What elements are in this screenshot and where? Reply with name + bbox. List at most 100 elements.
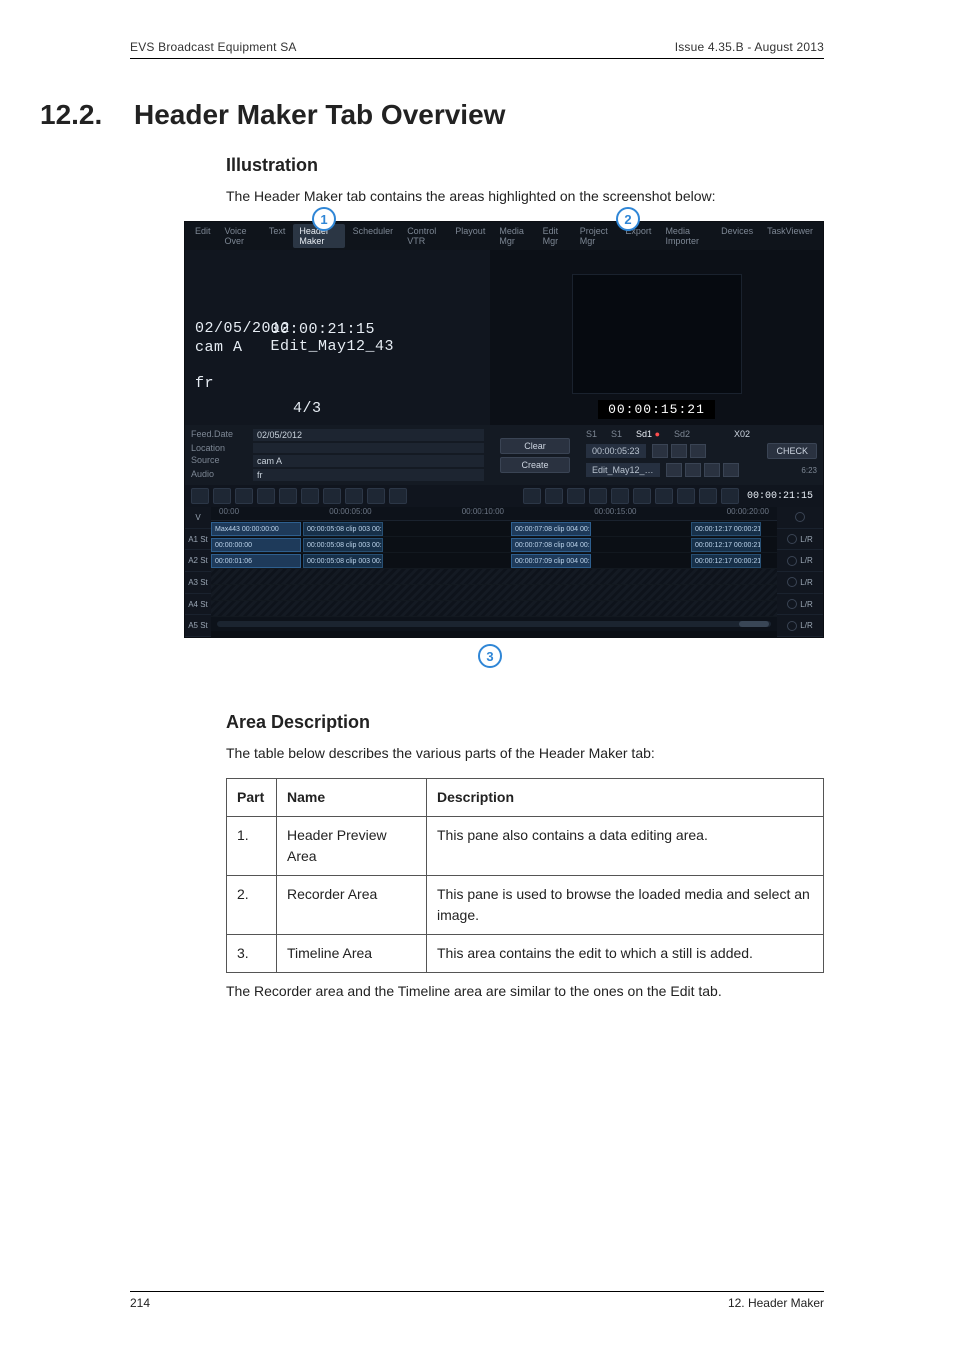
area-desc-heading: Area Description	[226, 712, 824, 733]
goto-in-icon[interactable]	[567, 488, 585, 504]
tab-project-mgr[interactable]: Project Mgr	[574, 224, 618, 248]
seg-v-d[interactable]: 00:00:12:17 00:00:21:11	[691, 522, 761, 536]
layout-c-icon[interactable]	[699, 488, 717, 504]
seg-a2-d[interactable]: 00:00:12:17 00:00:21:11	[691, 554, 761, 568]
stop-tl-icon[interactable]	[633, 488, 651, 504]
preview-ratio: 4/3	[293, 400, 322, 417]
seg-a1-b[interactable]: 00:00:05:08 clip 003 00:00:04:24 00:00:0…	[303, 538, 383, 552]
tab-text[interactable]: Text	[263, 224, 292, 248]
undo-icon[interactable]	[191, 488, 209, 504]
seg-a2-b[interactable]: 00:00:05:08 clip 003 00:00:04:04 00:00:0…	[303, 554, 383, 568]
rec-s1b[interactable]: S1	[611, 429, 622, 439]
seg-a1-a[interactable]: 00:00:00:00	[211, 538, 301, 552]
mark-out-icon[interactable]	[545, 488, 563, 504]
transport-controls[interactable]	[652, 444, 706, 458]
timeline-scrollbar[interactable]	[211, 617, 777, 631]
cell-name: Recorder Area	[277, 876, 427, 935]
table-row: 1. Header Preview Area This pane also co…	[227, 817, 824, 876]
rec-s1a[interactable]: S1	[586, 429, 597, 439]
track-a3[interactable]: A3 St	[185, 572, 211, 594]
cell-part: 1.	[227, 817, 277, 876]
page-footer: 214 12. Header Maker	[130, 1291, 824, 1310]
seg-a1-d[interactable]: 00:00:12:17 00:00:21:11	[691, 538, 761, 552]
tool-c-icon[interactable]	[345, 488, 363, 504]
lr-label: L/R	[800, 535, 812, 544]
lane-a4-empty	[211, 585, 777, 601]
tab-media-mgr[interactable]: Media Mgr	[493, 224, 534, 248]
paste-icon[interactable]	[279, 488, 297, 504]
rec-sd1[interactable]: Sd1 ●	[636, 429, 660, 439]
tab-media-importer[interactable]: Media Importer	[659, 224, 713, 248]
tab-devices[interactable]: Devices	[715, 224, 759, 248]
check-sub: 6:23	[801, 466, 817, 475]
track-a2[interactable]: A2 St	[185, 550, 211, 572]
tab-voice-over[interactable]: Voice Over	[219, 224, 261, 248]
next-icon[interactable]	[690, 444, 706, 458]
clear-button[interactable]: Clear	[500, 438, 570, 454]
step-back-icon[interactable]	[685, 463, 701, 477]
cut-icon[interactable]	[235, 488, 253, 504]
source-input[interactable]: cam A	[253, 455, 484, 467]
zoom-icon[interactable]	[787, 577, 797, 587]
zoom-icon[interactable]	[787, 599, 797, 609]
track-a5[interactable]: A5 St	[185, 615, 211, 637]
monitor-icon[interactable]	[721, 488, 739, 504]
tool-d-icon[interactable]	[367, 488, 385, 504]
check-button[interactable]: CHECK	[767, 443, 817, 459]
recorder-selector[interactable]: S1 S1 Sd1 ● Sd2 X02	[586, 429, 817, 439]
play-icon[interactable]	[671, 444, 687, 458]
track-a4[interactable]: A4 St	[185, 594, 211, 616]
timeline-toolbar: 00:00:21:15	[185, 485, 823, 507]
scroll-thumb[interactable]	[739, 621, 769, 627]
location-input[interactable]	[253, 443, 484, 453]
step-end-icon[interactable]	[723, 463, 739, 477]
copy-icon[interactable]	[257, 488, 275, 504]
cell-part: 2.	[227, 876, 277, 935]
tab-control-vtr[interactable]: Control VTR	[401, 224, 447, 248]
rec-sd2[interactable]: Sd2	[674, 429, 690, 439]
seg-v-c[interactable]: 00:00:07:08 clip 004 00:00:12:18 00:00:0…	[511, 522, 591, 536]
feed-date-input[interactable]: 02/05/2012	[253, 429, 484, 441]
cell-desc: This pane is used to browse the loaded m…	[427, 876, 824, 935]
transport-step-controls[interactable]	[666, 463, 739, 477]
seg-v-a[interactable]: Max443 00:00:00:00	[211, 522, 301, 536]
tool-b-icon[interactable]	[323, 488, 341, 504]
zoom-icon[interactable]	[787, 556, 797, 566]
audio-input[interactable]: fr	[253, 469, 484, 481]
mark-in-icon[interactable]	[523, 488, 541, 504]
goto-out-icon[interactable]	[589, 488, 607, 504]
layout-a-icon[interactable]	[655, 488, 673, 504]
seg-a1-c[interactable]: 00:00:07:08 clip 004 00:00:12:18 00:00:0…	[511, 538, 591, 552]
redo-icon[interactable]	[213, 488, 231, 504]
track-v[interactable]: V	[185, 507, 211, 529]
layout-b-icon[interactable]	[677, 488, 695, 504]
tab-scheduler[interactable]: Scheduler	[347, 224, 400, 248]
timeline-body[interactable]: 00:00 00:00:05:00 00:00:10:00 00:00:15:0…	[211, 507, 777, 637]
create-button[interactable]: Create	[500, 457, 570, 473]
step-start-icon[interactable]	[666, 463, 682, 477]
prev-icon[interactable]	[652, 444, 668, 458]
lane-a5-empty	[211, 601, 777, 617]
tool-a-icon[interactable]	[301, 488, 319, 504]
header-preview-pane: 02/05/2012 cam A 00:00:21:15 Edit_May12_…	[185, 250, 490, 425]
tool-e-icon[interactable]	[389, 488, 407, 504]
tab-edit-mgr[interactable]: Edit Mgr	[537, 224, 572, 248]
tab-playout[interactable]: Playout	[449, 224, 491, 248]
zoom-icon[interactable]	[795, 512, 805, 522]
track-a1[interactable]: A1 St	[185, 529, 211, 551]
seg-a2-a[interactable]: 00:00:01:06	[211, 554, 301, 568]
zoom-icon[interactable]	[787, 534, 797, 544]
annot-3: 3	[478, 644, 502, 668]
app-window: Edit Voice Over Text Header Maker Schedu…	[184, 221, 824, 638]
rec-clip-tc: 00:00:05:23	[586, 444, 646, 458]
zoom-icon[interactable]	[787, 621, 797, 631]
seg-a2-c[interactable]: 00:00:07:09 clip 004 00:00:12:18 00:00:0…	[511, 554, 591, 568]
th-part: Part	[227, 779, 277, 817]
lr-label: L/R	[800, 621, 812, 630]
tab-edit[interactable]: Edit	[189, 224, 217, 248]
timeline[interactable]: V A1 St A2 St A3 St A4 St A5 St 00:00 00…	[185, 507, 823, 637]
step-fwd-icon[interactable]	[704, 463, 720, 477]
tab-taskviewer[interactable]: TaskViewer	[761, 224, 819, 248]
play-tl-icon[interactable]	[611, 488, 629, 504]
seg-v-b[interactable]: 00:00:05:08 clip 003 00:00:04:24 00:00:0…	[303, 522, 383, 536]
